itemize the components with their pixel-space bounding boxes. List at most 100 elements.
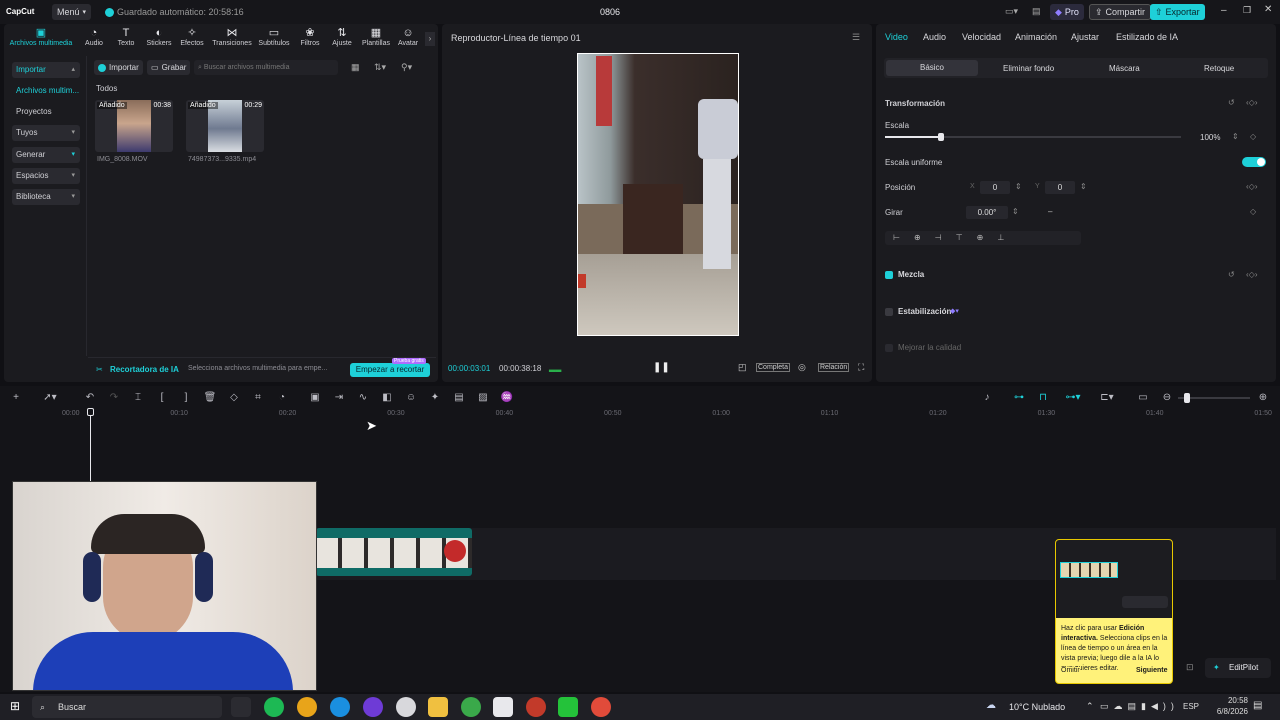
select-tool-icon[interactable]: ➚▾ (37, 391, 63, 405)
task-view-icon[interactable] (231, 697, 251, 717)
mirror-icon[interactable]: ◧ (380, 391, 394, 405)
language-indicator[interactable]: ESP (1183, 702, 1199, 711)
start-cutting-button[interactable]: Empezar a recortar (350, 363, 430, 377)
folder-icon[interactable] (428, 697, 448, 717)
tool-subtitles[interactable]: ▭ Subtítulos (254, 27, 294, 47)
redo-icon[interactable]: ↷ (107, 391, 121, 405)
captions-icon[interactable]: ▭ (1136, 391, 1150, 405)
image-icon[interactable]: ▨ (476, 391, 490, 405)
scale-slider-handle[interactable] (938, 133, 945, 141)
record-button[interactable]: ▭ Grabar (147, 60, 191, 75)
layout-icon[interactable]: ▭▾ (1005, 6, 1018, 17)
fullscreen-icon[interactable]: ⛶ (858, 362, 864, 373)
share-button[interactable]: ⇪ Compartir (1089, 4, 1152, 20)
media-clip[interactable]: Añadido 00:38 (95, 100, 173, 152)
taskbar-search[interactable]: ⌕ Buscar (32, 696, 222, 718)
menu-button[interactable]: Menú ▾ (52, 4, 92, 20)
tab-ai-style[interactable]: Estilizado de IA (1116, 32, 1178, 42)
add-track-icon[interactable]: + (9, 391, 23, 405)
keyframe-icon[interactable]: ‹◇› (1246, 270, 1257, 279)
crop-icon[interactable]: ◰ (738, 362, 747, 373)
notification-icon[interactable]: ▤ (1253, 700, 1262, 711)
grid-view-icon[interactable]: ▦ (351, 62, 360, 73)
keyframe-icon[interactable]: ◇ (1250, 132, 1256, 141)
playhead-handle[interactable] (87, 408, 94, 416)
speed-icon[interactable]: ◔ (275, 391, 289, 405)
zoom-slider[interactable] (1178, 393, 1250, 403)
discord-icon[interactable] (363, 697, 383, 717)
blend-checkbox[interactable] (885, 271, 893, 279)
reverse-icon[interactable]: ⇥ (332, 391, 346, 405)
position-y-input[interactable]: 0 (1045, 181, 1075, 194)
zoom-handle[interactable] (1184, 393, 1190, 403)
scale-value[interactable]: 100% (1200, 133, 1220, 142)
keyframe-icon[interactable]: ‹◇› (1246, 98, 1257, 107)
preview-axis-icon[interactable]: ⊏▾ (1094, 391, 1120, 405)
clock-date[interactable]: 6/8/2026 (1200, 707, 1248, 716)
timeline-clip[interactable] (316, 528, 472, 576)
search-input[interactable]: ⌕ Buscar archivos multimedia (194, 60, 338, 75)
subtab-mask[interactable]: Máscara (1109, 64, 1140, 73)
filter-icon[interactable]: ⚲▾ (401, 62, 412, 73)
sidebar-item-yours[interactable]: Tuyos ▾ (12, 125, 80, 141)
close-icon[interactable]: ✕ (1264, 4, 1272, 15)
sidebar-item-media[interactable]: Archivos multim... (12, 83, 80, 99)
chatgpt-icon[interactable] (396, 697, 416, 717)
flip-icon[interactable]: – (1048, 207, 1052, 216)
stabilize-checkbox[interactable] (885, 308, 893, 316)
media-clip[interactable]: Añadido 00:29 (186, 100, 264, 152)
caption-icon[interactable]: ▤ (452, 391, 466, 405)
tooltip-skip-button[interactable]: Omitir (1061, 667, 1080, 674)
audio-wave-icon[interactable]: ♒ (500, 391, 514, 405)
chrome-profile-icon[interactable] (461, 697, 481, 717)
app-icon[interactable] (558, 697, 578, 717)
sort-icon[interactable]: ⇅▾ (374, 62, 386, 73)
maximize-icon[interactable]: ❐ (1243, 5, 1251, 16)
reset-icon[interactable]: ↺ (1228, 270, 1235, 279)
quality-checkbox[interactable] (885, 344, 893, 352)
position-x-input[interactable]: 0 (980, 181, 1010, 194)
tooltip-next-button[interactable]: Siguiente (1136, 667, 1168, 674)
clock-time[interactable]: 20:58 (1206, 696, 1248, 705)
rotate-input[interactable]: 0.00° (966, 206, 1008, 219)
obs-icon[interactable] (526, 697, 546, 717)
tool-effects[interactable]: ✧ Efectos (172, 27, 212, 47)
delete-icon[interactable]: 🗑 (203, 391, 217, 405)
timeline-ruler[interactable]: 00:00 00:10 00:20 00:30 00:40 00:50 01:00 01:10… (0, 406, 1280, 420)
subtab-remove-bg[interactable]: Eliminar fondo (1003, 64, 1054, 73)
subtab-basic[interactable]: Básico (886, 60, 978, 76)
keyframe-icon[interactable]: ‹◇› (1246, 182, 1257, 191)
scale-slider-track[interactable] (885, 133, 1181, 141)
magnet-icon[interactable]: ⊓ (1036, 391, 1050, 405)
chat-icon[interactable]: ⊡ (1186, 662, 1194, 673)
playhead[interactable] (87, 408, 94, 483)
shortcuts-icon[interactable]: ▤ (1032, 6, 1041, 17)
sidebar-item-subprojects[interactable]: Proyectos secun... (12, 104, 80, 132)
tab-speed[interactable]: Velocidad (962, 32, 1001, 42)
magic-icon[interactable]: ✦ (428, 391, 442, 405)
link-icon[interactable]: ⊶ (1012, 391, 1026, 405)
tool-avatar[interactable]: ☺ Avatar (388, 27, 428, 47)
stepper-icon[interactable]: ⇕ (1012, 207, 1019, 216)
chevron-right-icon[interactable]: › (425, 32, 435, 46)
stepper-icon[interactable]: ⇕ (1080, 182, 1087, 191)
split-right-icon[interactable]: ] (179, 391, 193, 405)
undo-icon[interactable]: ↶ (83, 391, 97, 405)
full-quality-button[interactable]: Completa (756, 363, 790, 372)
subtab-retouch[interactable]: Retoque (1204, 64, 1234, 73)
person-icon[interactable]: ☺ (404, 391, 418, 405)
menu-lines-icon[interactable]: ☰ (852, 32, 860, 43)
sidebar-item-spaces[interactable]: Espacios ▾ (12, 168, 80, 184)
tab-animation[interactable]: Animación (1015, 32, 1057, 42)
import-button[interactable]: Importar (94, 60, 143, 75)
sidebar-item-import[interactable]: Importar ▴ (12, 62, 80, 78)
minimize-icon[interactable]: – (1221, 5, 1227, 16)
split-icon[interactable]: ⌶ (131, 391, 145, 405)
snap-icon[interactable]: ⊶▾ (1060, 391, 1086, 405)
export-button[interactable]: ⇧ Exportar (1150, 4, 1205, 20)
chrome-icon[interactable] (297, 697, 317, 717)
zoom-out-icon[interactable]: ⊖ (1160, 391, 1174, 405)
tab-adjust[interactable]: Ajustar (1071, 32, 1099, 42)
stepper-icon[interactable]: ⇕ (1232, 132, 1239, 141)
pause-icon[interactable]: ❚❚ (653, 362, 670, 373)
